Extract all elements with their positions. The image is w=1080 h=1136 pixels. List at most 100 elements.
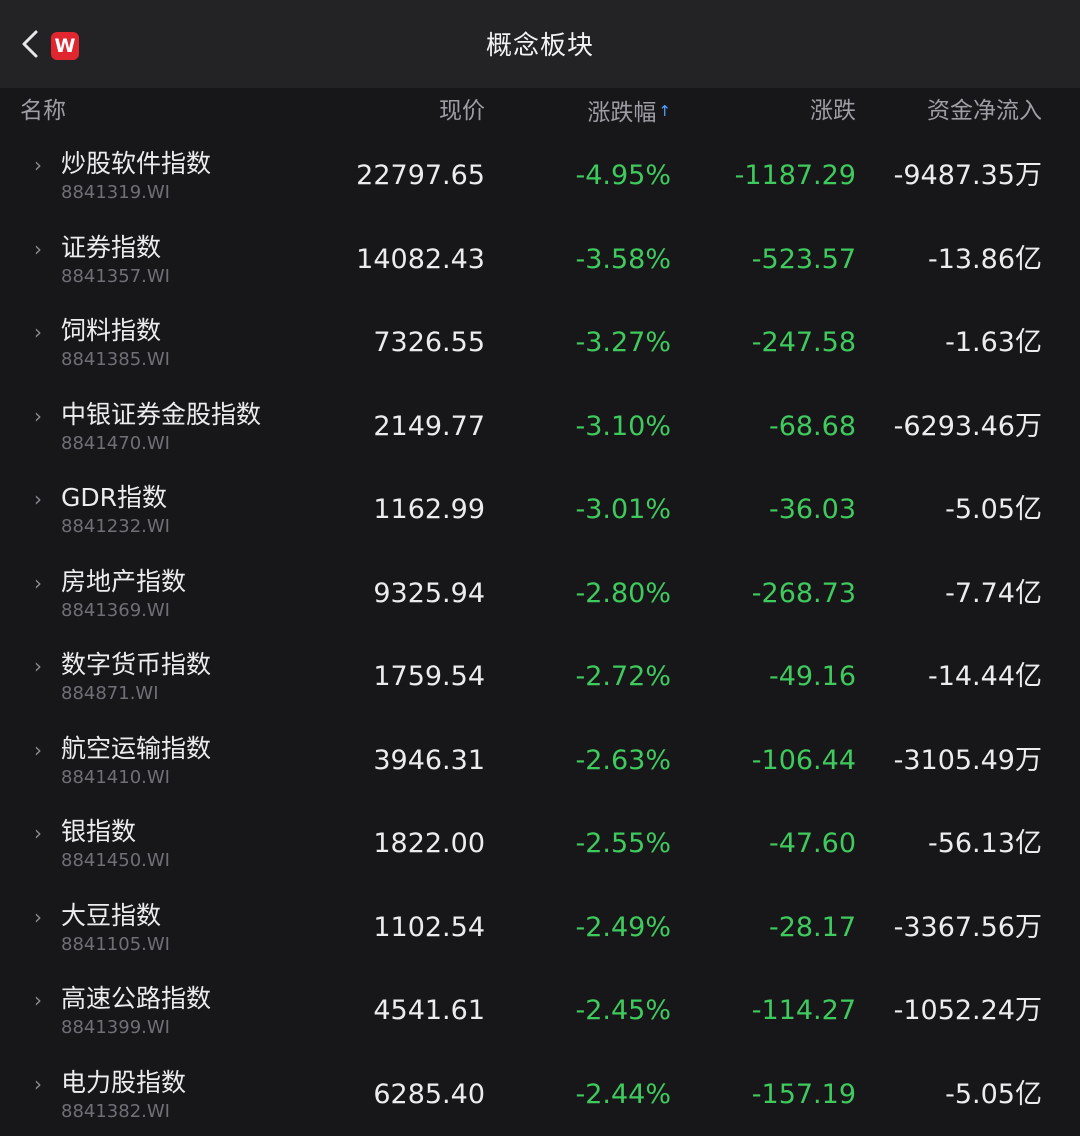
current-price: 1162.99	[373, 492, 485, 528]
column-header-change-percent-label: 涨跌幅	[587, 100, 656, 126]
change-percent: -2.49%	[575, 910, 671, 946]
change-value: -68.68	[769, 409, 856, 445]
table-row[interactable]: › 数字货币指数884871.WI 1759.54 -2.72% -49.16 -14.4…	[0, 635, 1080, 719]
page-title: 概念板块	[0, 28, 1080, 64]
index-code: 8841410.WI	[61, 767, 170, 789]
index-name: 银指数	[61, 816, 136, 848]
net-inflow: -5.05亿	[945, 492, 1042, 528]
change-value: -36.03	[769, 492, 856, 528]
index-list: ›炒股软件指数8841319.WI22797.65-4.95%-1187.29-…	[0, 134, 1080, 1136]
table-row[interactable]: › 高速公路指数8841399.WI 4541.61 -2.45% -114.27 -10…	[0, 969, 1080, 1053]
current-price: 1822.00	[373, 826, 485, 862]
change-value: -523.57	[752, 242, 856, 278]
index-code: 8841470.WI	[61, 433, 170, 455]
net-inflow: -1.63亿	[945, 325, 1042, 361]
index-name: GDR指数	[61, 482, 167, 514]
net-inflow: -1052.24万	[894, 993, 1042, 1029]
chevron-right-icon: ›	[34, 989, 42, 1011]
table-row[interactable]: ›炒股软件指数8841319.WI22797.65-4.95%-1187.29-…	[0, 134, 1080, 218]
net-inflow: -9487.35万	[894, 158, 1042, 194]
net-inflow: -3105.49万	[894, 743, 1042, 779]
index-code: 884871.WI	[61, 683, 159, 705]
net-inflow: -13.86亿	[928, 242, 1042, 278]
change-value: -47.60	[769, 826, 856, 862]
change-value: -247.58	[752, 325, 856, 361]
chevron-right-icon: ›	[34, 405, 42, 427]
table-row[interactable]: ›银指数8841450.WI1822.00-2.55%-47.60-56.13亿	[0, 802, 1080, 886]
sort-arrow-icon: ↑	[658, 102, 671, 120]
table-row[interactable]: ›电力股指数8841382.WI6285.40-2.44%-157.19-5.0…	[0, 1053, 1080, 1136]
column-header-net-inflow[interactable]: 资金净流入	[927, 96, 1042, 126]
column-header-price[interactable]: 现价	[439, 96, 485, 126]
chevron-right-icon: ›	[34, 238, 42, 260]
change-value: -114.27	[752, 993, 856, 1029]
column-header-row: 名称 现价 涨跌幅↑ 涨跌 资金净流入	[0, 88, 1080, 134]
index-name: 高速公路指数	[61, 983, 211, 1015]
chevron-right-icon: ›	[34, 655, 42, 677]
current-price: 2149.77	[373, 409, 485, 445]
index-name: 电力股指数	[61, 1067, 186, 1099]
change-value: -106.44	[752, 743, 856, 779]
current-price: 1759.54	[373, 659, 485, 695]
table-row[interactable]: › 大豆指数8841105.WI 1102.54 -2.49% -28.17 -3367.…	[0, 886, 1080, 970]
change-value: -1187.29	[735, 158, 856, 194]
index-name: 中银证券金股指数	[61, 399, 261, 431]
change-percent: -2.72%	[575, 659, 671, 695]
current-price: 9325.94	[373, 576, 485, 612]
change-percent: -4.95%	[575, 158, 671, 194]
current-price: 1102.54	[373, 910, 485, 946]
change-value: -49.16	[769, 659, 856, 695]
index-code: 8841385.WI	[61, 349, 170, 371]
chevron-right-icon: ›	[34, 321, 42, 343]
net-inflow: -14.44亿	[928, 659, 1042, 695]
net-inflow: -7.74亿	[945, 576, 1042, 612]
index-name: 航空运输指数	[61, 733, 211, 765]
change-percent: -3.27%	[575, 325, 671, 361]
chevron-right-icon: ›	[34, 572, 42, 594]
current-price: 4541.61	[373, 993, 485, 1029]
top-bar: W 概念板块	[0, 0, 1080, 88]
table-row[interactable]: › GDR指数8841232.WI 1162.99 -3.01% -36.03 -5.05…	[0, 468, 1080, 552]
index-code: 8841382.WI	[61, 1101, 170, 1123]
column-header-change-percent[interactable]: 涨跌幅↑	[587, 96, 671, 128]
chevron-right-icon: ›	[34, 488, 42, 510]
index-name: 大豆指数	[61, 900, 161, 932]
current-price: 7326.55	[373, 325, 485, 361]
change-value: -28.17	[769, 910, 856, 946]
index-code: 8841369.WI	[61, 600, 170, 622]
table-row[interactable]: › 饲料指数8841385.WI 7326.55 -3.27% -247.58 -1.63…	[0, 301, 1080, 385]
index-name: 饲料指数	[61, 315, 161, 347]
table-row[interactable]: › 中银证券金股指数8841470.WI 2149.77 -3.10% -68.68 -6…	[0, 385, 1080, 469]
index-code: 8841105.WI	[61, 934, 170, 956]
change-value: -157.19	[752, 1077, 856, 1113]
table-row[interactable]: ›房地产指数8841369.WI9325.94-2.80%-268.73-7.7…	[0, 552, 1080, 636]
chevron-right-icon: ›	[34, 906, 42, 928]
change-percent: -3.10%	[575, 409, 671, 445]
app-root: W 概念板块 名称 现价 涨跌幅↑ 涨跌 资金净流入 ›炒股软件指数884131…	[0, 0, 1080, 1135]
chevron-right-icon: ›	[34, 739, 42, 761]
index-name: 数字货币指数	[61, 649, 211, 681]
chevron-right-icon: ›	[34, 1073, 42, 1095]
net-inflow: -3367.56万	[894, 910, 1042, 946]
index-code: 8841357.WI	[61, 266, 170, 288]
change-percent: -2.45%	[575, 993, 671, 1029]
current-price: 3946.31	[373, 743, 485, 779]
net-inflow: -56.13亿	[928, 826, 1042, 862]
index-name: 房地产指数	[61, 566, 186, 598]
change-percent: -3.01%	[575, 492, 671, 528]
column-header-name[interactable]: 名称	[20, 96, 66, 126]
net-inflow: -5.05亿	[945, 1077, 1042, 1113]
chevron-right-icon: ›	[34, 822, 42, 844]
current-price: 22797.65	[356, 158, 485, 194]
change-percent: -3.58%	[575, 242, 671, 278]
net-inflow: -6293.46万	[894, 409, 1042, 445]
change-percent: -2.44%	[575, 1077, 671, 1113]
index-code: 8841399.WI	[61, 1017, 170, 1039]
index-code: 8841319.WI	[61, 182, 170, 204]
change-percent: -2.63%	[575, 743, 671, 779]
column-header-change[interactable]: 涨跌	[810, 96, 856, 126]
table-row[interactable]: › 航空运输指数8841410.WI 3946.31 -2.63% -106.44 -31…	[0, 719, 1080, 803]
table-row[interactable]: ›证券指数8841357.WI14082.43-3.58%-523.57-13.…	[0, 218, 1080, 302]
index-code: 8841232.WI	[61, 516, 170, 538]
change-value: -268.73	[752, 576, 856, 612]
